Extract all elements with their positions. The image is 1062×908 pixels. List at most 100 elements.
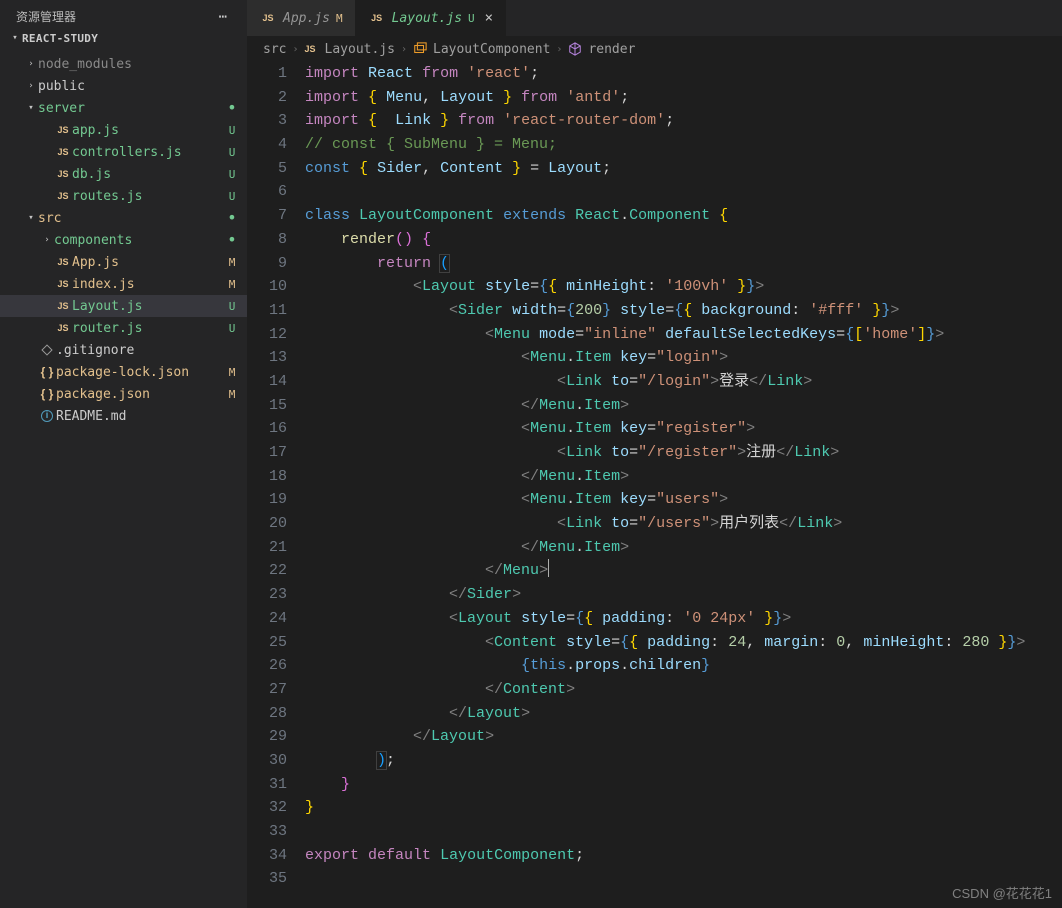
tree-file[interactable]: iREADME.md xyxy=(0,405,247,427)
line-number: 33 xyxy=(247,820,287,844)
code-line[interactable]: </Sider> xyxy=(305,583,1062,607)
js-icon: JS xyxy=(54,125,72,135)
git-status: U xyxy=(225,146,239,159)
js-icon: JS xyxy=(54,279,72,289)
code-line[interactable]: </Menu.Item> xyxy=(305,465,1062,489)
code-line[interactable]: <Content style={{ padding: 24, margin: 0… xyxy=(305,631,1062,655)
file-label: index.js xyxy=(72,277,225,292)
tree-file[interactable]: JSLayout.jsU xyxy=(0,295,247,317)
code-line[interactable] xyxy=(305,820,1062,844)
git-status: U xyxy=(225,322,239,335)
js-icon: JS xyxy=(54,147,72,157)
tree-file[interactable]: JSroutes.jsU xyxy=(0,185,247,207)
code-line[interactable]: // const { SubMenu } = Menu; xyxy=(305,133,1062,157)
json-icon: { } xyxy=(38,387,56,401)
line-number: 9 xyxy=(247,252,287,276)
code-line[interactable]: <Sider width={200} style={{ background: … xyxy=(305,299,1062,323)
js-icon: JS xyxy=(368,13,386,23)
code-line[interactable]: <Link to="/register">注册</Link> xyxy=(305,441,1062,465)
code-line[interactable]: <Menu.Item key="register"> xyxy=(305,417,1062,441)
tree-file[interactable]: JSrouter.jsU xyxy=(0,317,247,339)
code-line[interactable]: <Menu.Item key="users"> xyxy=(305,488,1062,512)
breadcrumb-item[interactable]: Layout.js xyxy=(325,42,395,57)
code-line[interactable]: <Layout style={{ padding: '0 24px' }}> xyxy=(305,607,1062,631)
tree-file[interactable]: JScontrollers.jsU xyxy=(0,141,247,163)
line-number: 10 xyxy=(247,275,287,299)
tree-folder[interactable]: ›node_modules xyxy=(0,53,247,75)
line-number: 11 xyxy=(247,299,287,323)
code-line[interactable]: <Link to="/users">用户列表</Link> xyxy=(305,512,1062,536)
chevron-right-icon: › xyxy=(401,44,407,55)
git-status: U xyxy=(468,12,475,25)
code-line[interactable]: render() { xyxy=(305,228,1062,252)
git-status: M xyxy=(225,278,239,291)
editor-tab[interactable]: JSLayout.jsU× xyxy=(356,0,507,36)
more-icon[interactable]: ⋯ xyxy=(215,9,231,25)
chevron-right-icon: › xyxy=(292,44,298,55)
code-line[interactable]: </Menu.Item> xyxy=(305,394,1062,418)
code-line[interactable]: import React from 'react'; xyxy=(305,62,1062,86)
code-line[interactable] xyxy=(305,180,1062,204)
js-icon: JS xyxy=(54,191,72,201)
breadcrumb-item[interactable]: src xyxy=(263,42,286,57)
line-number: 35 xyxy=(247,867,287,891)
project-root[interactable]: ▾ REACT-STUDY xyxy=(0,27,247,49)
code-line[interactable]: <Layout style={{ minHeight: '100vh' }}> xyxy=(305,275,1062,299)
git-status: U xyxy=(225,168,239,181)
line-number: 5 xyxy=(247,157,287,181)
breadcrumb-item[interactable]: render xyxy=(588,42,635,57)
code-line[interactable]: } xyxy=(305,773,1062,797)
code-line[interactable]: const { Sider, Content } = Layout; xyxy=(305,157,1062,181)
code-line[interactable]: import { Menu, Layout } from 'antd'; xyxy=(305,86,1062,110)
code-line[interactable]: </Layout> xyxy=(305,702,1062,726)
tree-folder[interactable]: ▾server• xyxy=(0,97,247,119)
tree-folder[interactable]: ›public xyxy=(0,75,247,97)
tree-folder[interactable]: ▾src• xyxy=(0,207,247,229)
file-label: components xyxy=(54,233,225,248)
chevron-right-icon: › xyxy=(40,235,54,245)
code-line[interactable]: </Content> xyxy=(305,678,1062,702)
code-line[interactable]: </Layout> xyxy=(305,725,1062,749)
code-line[interactable]: <Menu.Item key="login"> xyxy=(305,346,1062,370)
breadcrumb[interactable]: src›JSLayout.js›LayoutComponent›render xyxy=(247,36,1062,62)
editor-tab[interactable]: JSApp.jsM xyxy=(247,0,356,36)
git-status: • xyxy=(225,214,239,222)
tree-file[interactable]: JSindex.jsM xyxy=(0,273,247,295)
js-icon: JS xyxy=(54,169,72,179)
code-line[interactable]: </Menu.Item> xyxy=(305,536,1062,560)
tree-folder[interactable]: ›components• xyxy=(0,229,247,251)
close-icon[interactable]: × xyxy=(485,10,493,26)
code-line[interactable]: return ( xyxy=(305,252,1062,276)
tree-file[interactable]: .gitignore xyxy=(0,339,247,361)
code-line[interactable]: ); xyxy=(305,749,1062,773)
tree-file[interactable]: JSdb.jsU xyxy=(0,163,247,185)
line-number: 28 xyxy=(247,702,287,726)
editor-main: JSApp.jsMJSLayout.jsU× src›JSLayout.js›L… xyxy=(247,0,1062,908)
line-number: 4 xyxy=(247,133,287,157)
tree-file[interactable]: { }package-lock.jsonM xyxy=(0,361,247,383)
breadcrumb-item[interactable]: LayoutComponent xyxy=(433,42,550,57)
code-line[interactable]: class LayoutComponent extends React.Comp… xyxy=(305,204,1062,228)
git-status: M xyxy=(225,388,239,401)
line-number: 21 xyxy=(247,536,287,560)
method-icon xyxy=(568,42,582,56)
tree-file[interactable]: JSApp.jsM xyxy=(0,251,247,273)
code-line[interactable]: } xyxy=(305,796,1062,820)
code-line[interactable]: import { Link } from 'react-router-dom'; xyxy=(305,109,1062,133)
file-label: .gitignore xyxy=(56,343,225,358)
code-line[interactable]: {this.props.children} xyxy=(305,654,1062,678)
code-line[interactable]: </Menu> xyxy=(305,559,1062,583)
tree-file[interactable]: JSapp.jsU xyxy=(0,119,247,141)
code-line[interactable]: export default LayoutComponent; xyxy=(305,844,1062,868)
code-line[interactable] xyxy=(305,867,1062,891)
code-editor[interactable]: 1234567891011121314151617181920212223242… xyxy=(247,62,1062,908)
chevron-right-icon: › xyxy=(556,44,562,55)
code-line[interactable]: <Link to="/login">登录</Link> xyxy=(305,370,1062,394)
code-line[interactable]: <Menu mode="inline" defaultSelectedKeys=… xyxy=(305,323,1062,347)
code-content[interactable]: import React from 'react';import { Menu,… xyxy=(305,62,1062,908)
line-number: 26 xyxy=(247,654,287,678)
tree-file[interactable]: { }package.jsonM xyxy=(0,383,247,405)
file-label: Layout.js xyxy=(72,299,225,314)
watermark: CSDN @花花花1 xyxy=(952,883,1052,902)
git-status: U xyxy=(225,190,239,203)
